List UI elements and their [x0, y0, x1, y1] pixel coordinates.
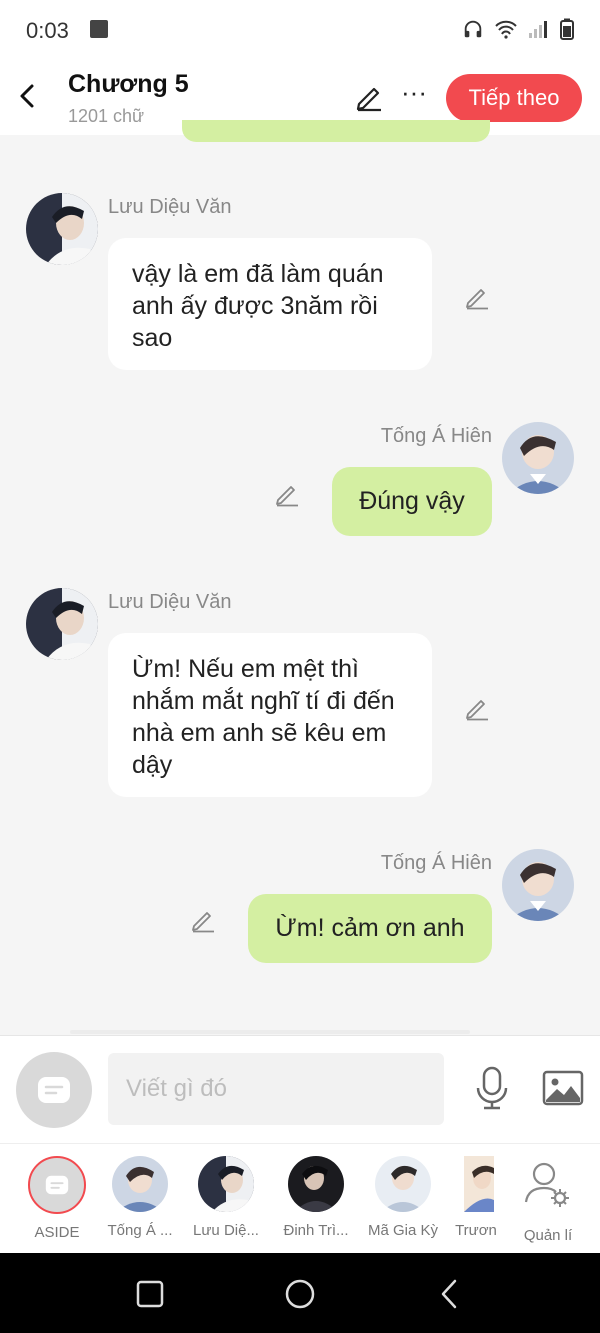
back-icon[interactable]	[14, 80, 42, 112]
avatar-tong-a-hien[interactable]	[502, 422, 574, 494]
sender-name: Tống Á Hiên	[380, 852, 492, 874]
character-label: Mã Gia Kỳ	[367, 1222, 439, 1239]
aside-chat-icon	[38, 1077, 70, 1103]
character-item-luu-dieu-van[interactable]: Lưu Diệ...	[186, 1156, 266, 1239]
avatar-luu-dieu-van[interactable]	[26, 193, 98, 265]
manage-characters-button[interactable]: Quản lí	[508, 1156, 588, 1244]
more-icon[interactable]: ···	[400, 79, 428, 112]
headphones-icon	[464, 20, 482, 38]
message-bubble[interactable]: Đúng vậy	[332, 467, 492, 536]
avatar	[464, 1156, 494, 1212]
avatar	[112, 1156, 168, 1212]
character-label: ASIDE	[34, 1224, 80, 1241]
pencil-icon[interactable]	[354, 82, 384, 112]
word-count: 1201 chữ	[68, 106, 145, 126]
avatar-luu-dieu-van[interactable]	[26, 588, 98, 660]
character-label: Trươn	[455, 1222, 497, 1239]
avatar	[375, 1156, 431, 1212]
character-label: Quản lí	[523, 1227, 573, 1244]
pencil-icon[interactable]	[274, 481, 300, 507]
character-item-dinh-trinh[interactable]: Đinh Trì...	[276, 1156, 356, 1239]
character-item-aside[interactable]: ASIDE	[17, 1156, 97, 1241]
image-icon[interactable]	[542, 1070, 584, 1106]
nav-back-icon[interactable]	[433, 1277, 467, 1311]
status-bar: 0:03	[0, 0, 600, 60]
message-input[interactable]	[108, 1053, 444, 1125]
character-item-tong-a-hien[interactable]: Tống Á ...	[100, 1156, 180, 1239]
avatar-tong-a-hien[interactable]	[502, 849, 574, 921]
recent-apps-icon[interactable]	[133, 1277, 167, 1311]
next-chapter-button[interactable]: Tiếp theo	[446, 74, 582, 122]
character-label: Tống Á ...	[107, 1222, 173, 1239]
character-label: Lưu Diệ...	[193, 1222, 259, 1239]
character-item-ma-gia-ky[interactable]: Mã Gia Kỳ	[363, 1156, 443, 1239]
manage-user-icon	[524, 1162, 569, 1207]
message-bubble[interactable]: Ừm! cảm ơn anh	[248, 894, 492, 963]
status-icons	[462, 18, 574, 40]
character-item-truong[interactable]: Trươn	[452, 1156, 500, 1239]
pencil-icon[interactable]	[190, 907, 216, 933]
pencil-icon[interactable]	[464, 284, 490, 310]
system-nav-bar	[0, 1253, 600, 1333]
aside-chat-icon	[28, 1156, 86, 1214]
avatar	[288, 1156, 344, 1212]
microphone-icon[interactable]	[474, 1066, 510, 1110]
status-time: 0:03	[26, 18, 69, 43]
message-bubble[interactable]: vậy là em đã làm quán anh ấy được 3năm r…	[108, 238, 432, 370]
message-bubble[interactable]: Ừm! Nếu em mệt thì nhắm mắt nghĩ tí đi đ…	[108, 633, 432, 797]
sender-name: Lưu Diệu Văn	[108, 196, 232, 218]
wifi-icon	[495, 20, 517, 39]
chapter-title: Chương 5	[68, 70, 189, 98]
avatar	[198, 1156, 254, 1212]
sender-name: Tống Á Hiên	[380, 425, 492, 447]
home-icon[interactable]	[283, 1277, 317, 1311]
previous-message-bubble	[182, 120, 490, 142]
gallery-notification-icon	[90, 20, 108, 38]
pencil-icon[interactable]	[464, 695, 490, 721]
signal-icon	[529, 21, 547, 38]
message-composer	[0, 1035, 600, 1143]
battery-icon	[560, 18, 574, 40]
scroll-divider	[70, 1030, 470, 1034]
character-label: Đinh Trì...	[283, 1222, 349, 1239]
sender-name: Lưu Diệu Văn	[108, 591, 232, 613]
aside-chat-button[interactable]	[16, 1052, 92, 1128]
character-selector: ASIDE Tống Á ... Lưu Diệ... Đinh Trì... …	[0, 1143, 600, 1253]
